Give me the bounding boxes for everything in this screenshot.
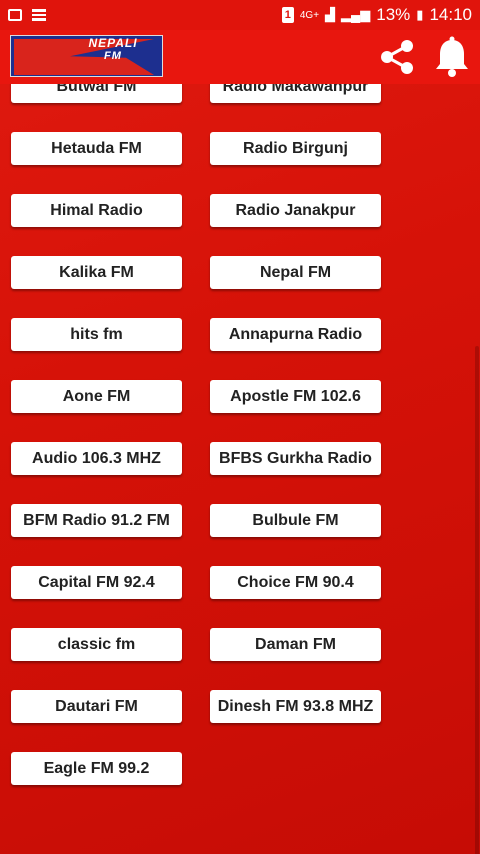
- station-button[interactable]: Eagle FM 99.2: [11, 752, 182, 785]
- station-button[interactable]: Radio Janakpur: [210, 194, 381, 227]
- station-button[interactable]: Butwal FM: [11, 84, 182, 103]
- station-button[interactable]: Choice FM 90.4: [210, 566, 381, 599]
- logo-text: NEPALI FM: [63, 36, 162, 63]
- signal-strength-icon: ▂▄▆: [341, 7, 371, 22]
- share-icon: [381, 40, 413, 74]
- station-list[interactable]: Butwal FM Radio Makawanpur Hetauda FM Radio…: [0, 84, 480, 854]
- station-button[interactable]: Hetauda FM: [11, 132, 182, 165]
- network-type: 4G+: [299, 9, 320, 21]
- station-button[interactable]: Audio 106.3 MHZ: [11, 442, 182, 475]
- station-button[interactable]: Kalika FM: [11, 256, 182, 289]
- station-button[interactable]: Daman FM: [210, 628, 381, 661]
- station-button[interactable]: BFM Radio 91.2 FM: [11, 504, 182, 537]
- station-grid: Butwal FM Radio Makawanpur Hetauda FM Radio…: [11, 84, 381, 785]
- battery-icon: ▮: [416, 7, 424, 22]
- list-notification-icon: [32, 9, 46, 21]
- battery-percent: 13%: [376, 5, 411, 24]
- station-button[interactable]: classic fm: [11, 628, 182, 661]
- image-notification-icon: [8, 9, 22, 21]
- sim-icon: 1: [281, 7, 294, 23]
- notifications-button[interactable]: [432, 36, 472, 78]
- station-button[interactable]: Capital FM 92.4: [11, 566, 182, 599]
- station-button[interactable]: Annapurna Radio: [210, 318, 381, 351]
- station-button[interactable]: Bulbule FM: [210, 504, 381, 537]
- signal-icon: ▟: [325, 7, 336, 22]
- station-button[interactable]: Himal Radio: [11, 194, 182, 227]
- app-logo: NEPALI FM: [10, 35, 163, 77]
- clock: 14:10: [429, 5, 472, 24]
- station-button[interactable]: hits fm: [11, 318, 182, 351]
- station-button[interactable]: Radio Makawanpur: [210, 84, 381, 103]
- station-button[interactable]: Aone FM: [11, 380, 182, 413]
- station-button[interactable]: Apostle FM 102.6: [210, 380, 381, 413]
- station-button[interactable]: BFBS Gurkha Radio: [210, 442, 381, 475]
- station-button[interactable]: Radio Birgunj: [210, 132, 381, 165]
- logo-subtitle: FM: [104, 50, 122, 62]
- logo-title: NEPALI: [88, 36, 138, 50]
- station-button[interactable]: Dinesh FM 93.8 MHZ: [210, 690, 381, 723]
- share-button[interactable]: [376, 36, 418, 78]
- status-bar: 1 4G+ ▟ ▂▄▆ 13% ▮ 14:10: [0, 0, 480, 30]
- app-bar: NEPALI FM: [0, 30, 480, 84]
- scrollbar[interactable]: [475, 346, 479, 854]
- station-button[interactable]: Nepal FM: [210, 256, 381, 289]
- station-button[interactable]: Dautari FM: [11, 690, 182, 723]
- bell-icon: [436, 36, 468, 77]
